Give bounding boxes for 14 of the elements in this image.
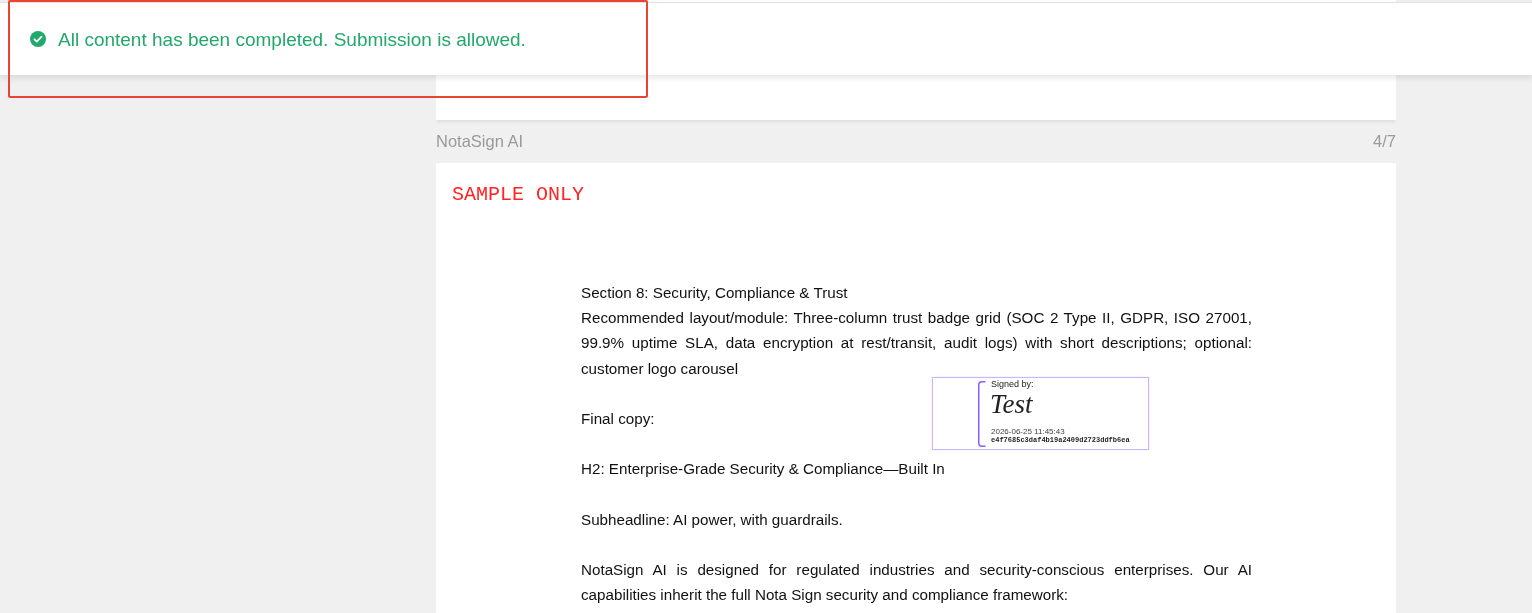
paragraph-text: H2: Enterprise-Grade Security & Compliance—Built In [581,459,945,480]
notification-message: All content has been completed. Submission is allowed. [58,27,526,51]
page-number: 4/7 [1373,132,1396,151]
paragraph-text: Section 8: Security, Compliance & Trust [581,283,848,303]
document-title: NotaSign AI [436,132,524,151]
paragraph-text: Final copy: [581,409,655,429]
sample-label: SAMPLE ONLY [452,183,585,207]
paragraph-text: NotaSign AI is designed for regulated industries and security-conscious enterprises. Our AI capabilities inherit the full Nota Sign security and compliance framework: [581,560,1252,606]
paragraph-text: Subheadline: AI power, with guardrails. [581,509,843,530]
signature-timestamp: 2026-06-25 11:45:43 [991,427,1065,436]
signer-label: Signed by: [991,379,1034,390]
bracket-icon [978,381,986,447]
signature-name: Test [990,390,1033,419]
paragraph-text: Recommended layout/module: Three-column trust badge grid (SOC 2 Type II, GDPR, ISO 27001, 99.9% uptime SLA, data encryption at rest/transit, audit logs) with short descriptions; optional: customer logo carousel [581,308,1252,379]
